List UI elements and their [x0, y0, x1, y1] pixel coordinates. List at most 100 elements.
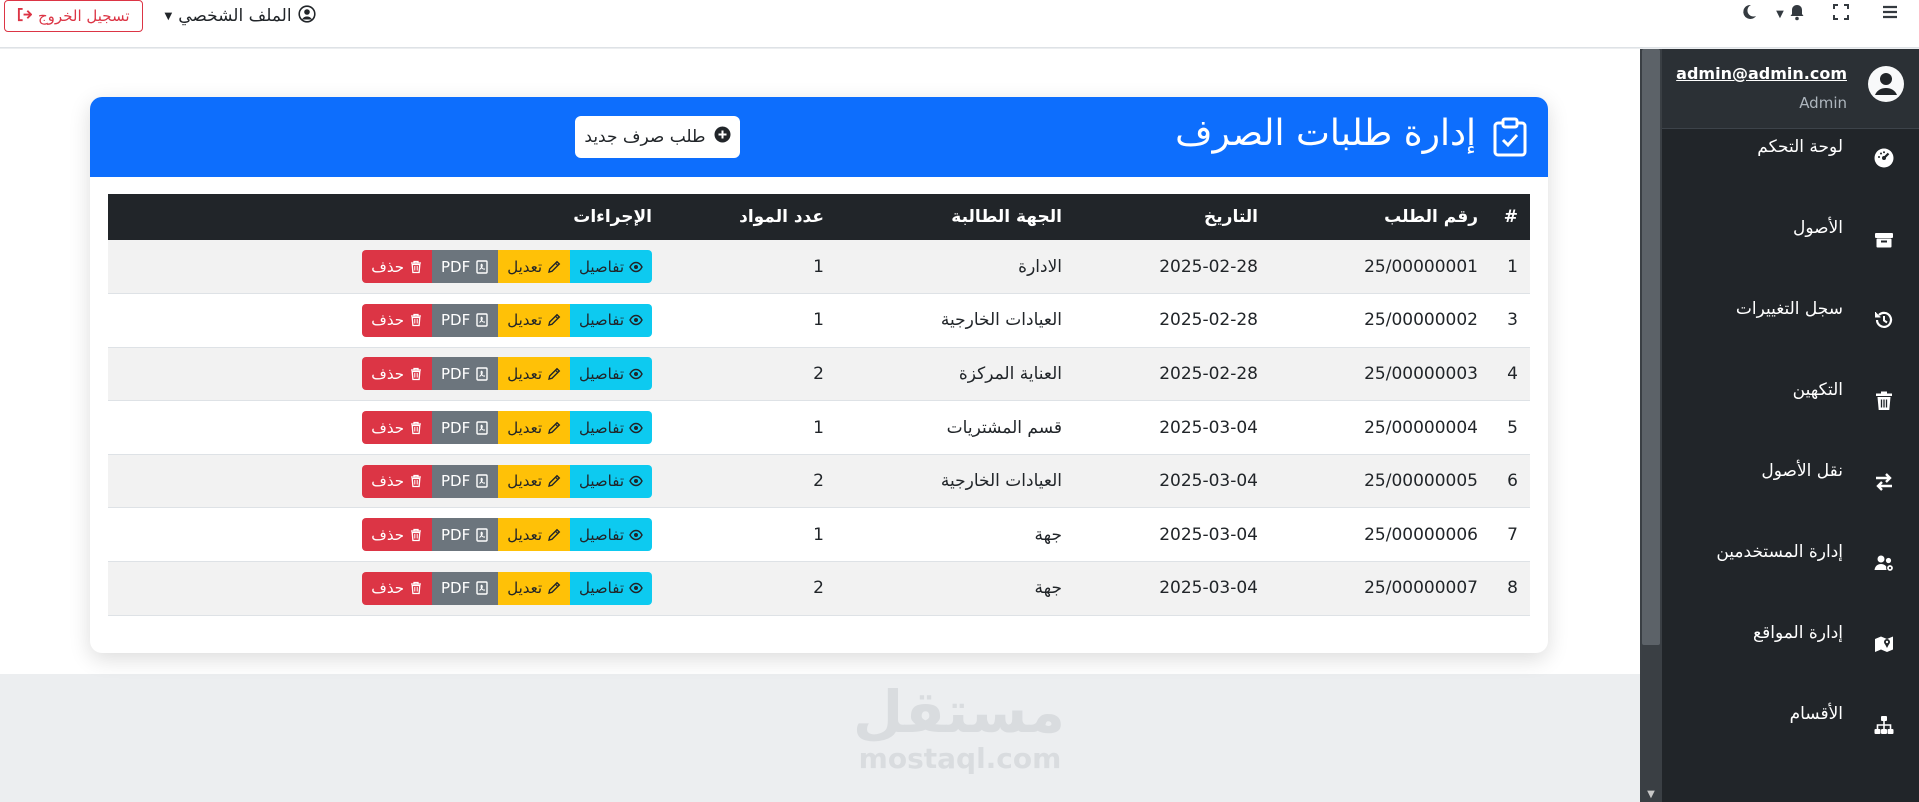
user-circle-icon: [297, 4, 316, 28]
details-button[interactable]: تفاصيل: [570, 518, 652, 552]
details-button[interactable]: تفاصيل: [570, 303, 652, 337]
sidebar-item-label: سجل التغييرات: [1735, 299, 1843, 319]
sidebar-item-label: إدارة المستخدمين: [1716, 542, 1843, 562]
edit-button[interactable]: تعديل: [498, 571, 571, 605]
cell-department: العناية المركزة: [836, 347, 1074, 402]
sidebar-item[interactable]: الأصول: [1662, 212, 1919, 264]
trash-icon: [409, 421, 423, 435]
requests-table: # رقم الطلب التاريخ الجهة الطالبة عدد ال…: [108, 194, 1530, 616]
pdf-button-label: PDF: [440, 364, 471, 383]
logout-label: تسجيل الخروج: [38, 7, 130, 25]
eye-icon: [629, 367, 643, 381]
cell-department: قسم المشتريات: [836, 400, 1074, 455]
cell-date: 2025-02-28: [1074, 240, 1270, 295]
edit-button-label: تعديل: [507, 579, 543, 598]
delete-button[interactable]: حذف: [362, 357, 432, 391]
fullscreen-button[interactable]: [1813, 0, 1869, 28]
scroll-down-arrow-icon[interactable]: ▼: [1640, 789, 1662, 800]
edit-button[interactable]: تعديل: [498, 303, 571, 337]
cell-date: 2025-03-04: [1074, 561, 1270, 616]
details-button[interactable]: تفاصيل: [570, 411, 652, 445]
cell-number: 8: [1490, 561, 1530, 616]
user-email-link[interactable]: admin@admin.com: [1676, 64, 1847, 83]
details-button-label: تفاصيل: [579, 364, 624, 383]
edit-button[interactable]: تعديل: [498, 464, 571, 498]
file-pdf-icon: [475, 528, 489, 542]
scrollbar[interactable]: ▼: [1640, 49, 1662, 802]
delete-button[interactable]: حذف: [362, 518, 432, 552]
cell-actions: تفاصيل تعديل PDF حذف: [108, 561, 664, 616]
delete-button-label: حذف: [371, 472, 404, 491]
cell-item-count: 1: [664, 293, 836, 348]
requests-card: إدارة طلبات الصرف طلب صرف جديد # رقم الط…: [90, 97, 1548, 653]
details-button[interactable]: تفاصيل: [570, 571, 652, 605]
sidebar-item[interactable]: التكهين: [1662, 374, 1919, 426]
dashboard-icon: [1873, 147, 1895, 169]
column-header-number: #: [1503, 207, 1518, 227]
history-icon: [1873, 309, 1895, 331]
pdf-button[interactable]: PDF: [431, 411, 499, 445]
table-row: 7 25/00000006 2025-03-04 جهة 1 تفاصيل تعديل PDF…: [108, 507, 1530, 563]
sidebar-item[interactable]: سجل التغييرات: [1662, 293, 1919, 345]
notifications-dropdown[interactable]: ▼: [1769, 0, 1813, 28]
cell-date: 2025-02-28: [1074, 347, 1270, 402]
logout-icon: [17, 7, 33, 26]
edit-button[interactable]: تعديل: [498, 357, 571, 391]
edit-button[interactable]: تعديل: [498, 411, 571, 445]
file-pdf-icon: [475, 367, 489, 381]
table-row: 8 25/00000007 2025-03-04 جهة 2 تفاصيل تعديل PDF…: [108, 561, 1530, 616]
pdf-button[interactable]: PDF: [431, 250, 499, 284]
edit-button-label: تعديل: [507, 472, 543, 491]
edit-button-label: تعديل: [507, 364, 543, 383]
edit-button[interactable]: تعديل: [498, 250, 571, 284]
navbar-right-group: ▼: [1729, 0, 1911, 28]
pdf-button[interactable]: PDF: [431, 518, 499, 552]
edit-button[interactable]: تعديل: [498, 518, 571, 552]
cell-number: 6: [1490, 454, 1530, 509]
sidebar-item-label: نقل الأصول: [1761, 461, 1843, 481]
users-icon: [1873, 552, 1895, 574]
sidebar-item[interactable]: نقل الأصول: [1662, 455, 1919, 507]
cell-request-number: 25/00000003: [1270, 347, 1490, 402]
scrollbar-thumb[interactable]: [1642, 49, 1660, 645]
dark-mode-toggle[interactable]: [1729, 0, 1769, 28]
delete-button[interactable]: حذف: [362, 464, 432, 498]
pdf-button-label: PDF: [440, 418, 471, 437]
logout-button[interactable]: تسجيل الخروج: [4, 0, 143, 32]
cell-department: العيادات الخارجية: [836, 454, 1074, 509]
delete-button[interactable]: حذف: [362, 250, 432, 284]
delete-button[interactable]: حذف: [362, 303, 432, 337]
details-button-label: تفاصيل: [579, 472, 624, 491]
sidebar-item[interactable]: لوحة التحكم: [1662, 131, 1919, 183]
table-row: 6 25/00000005 2025-03-04 العيادات الخارجية 2…: [108, 454, 1530, 509]
delete-button[interactable]: حذف: [362, 411, 432, 445]
pdf-button[interactable]: PDF: [431, 464, 499, 498]
cell-request-number: 25/00000007: [1270, 561, 1490, 616]
pdf-button[interactable]: PDF: [431, 303, 499, 337]
profile-dropdown[interactable]: ▼ الملف الشخصي: [165, 4, 316, 28]
navbar-left-group: تسجيل الخروج ▼ الملف الشخصي: [4, 0, 316, 32]
pdf-button[interactable]: PDF: [431, 571, 499, 605]
transfer-icon: [1873, 471, 1895, 493]
pencil-icon: [547, 581, 561, 595]
cell-date: 2025-03-04: [1074, 507, 1270, 563]
action-button-group: تفاصيل تعديل PDF حذف: [120, 411, 652, 445]
pdf-button[interactable]: PDF: [431, 357, 499, 391]
sidebar-item[interactable]: إدارة المواقع: [1662, 617, 1919, 669]
table-row: 5 25/00000004 2025-03-04 قسم المشتريات 1 تفاص…: [108, 400, 1530, 455]
delete-button[interactable]: حذف: [362, 571, 432, 605]
cell-item-count: 1: [664, 240, 836, 295]
sidebar-item[interactable]: إدارة المستخدمين: [1662, 536, 1919, 588]
sidebar-toggle-button[interactable]: [1869, 0, 1911, 28]
watermark-latin: mostaql.com: [858, 742, 1062, 775]
details-button[interactable]: تفاصيل: [570, 464, 652, 498]
cell-department: جهة: [836, 507, 1074, 563]
trash-icon: [409, 474, 423, 488]
details-button[interactable]: تفاصيل: [570, 250, 652, 284]
new-request-button[interactable]: طلب صرف جديد: [575, 116, 740, 158]
plus-circle-icon: [714, 126, 731, 148]
details-button[interactable]: تفاصيل: [570, 357, 652, 391]
cell-item-count: 2: [664, 561, 836, 616]
sidebar-item[interactable]: الأقسام: [1662, 698, 1919, 750]
delete-button-label: حذف: [371, 364, 404, 383]
